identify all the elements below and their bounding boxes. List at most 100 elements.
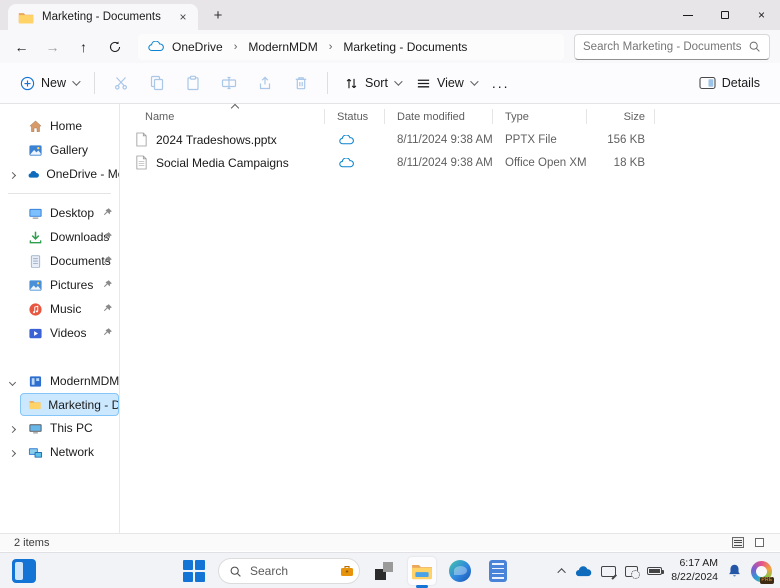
details-pane-icon [699, 76, 716, 90]
minimize-button[interactable] [669, 0, 706, 30]
file-icon [135, 155, 148, 170]
sidebar-item-pictures[interactable]: Pictures [0, 273, 119, 297]
cut-button[interactable] [103, 68, 139, 98]
column-header-type[interactable]: Type [493, 106, 587, 128]
taskbar-notepad[interactable] [484, 557, 512, 585]
large-icons-view-toggle[interactable] [750, 535, 768, 550]
column-header-size[interactable]: Size [587, 106, 655, 128]
sort-button[interactable]: Sort [336, 70, 408, 97]
maximize-restore-button[interactable] [706, 0, 743, 30]
rename-button[interactable] [211, 68, 247, 98]
file-explorer-icon [411, 562, 433, 580]
folder-icon [18, 11, 34, 24]
file-row[interactable]: 2024 Tradeshows.pptx 8/11/2024 9:38 AM P… [120, 128, 780, 151]
sidebar-item-music[interactable]: Music [0, 297, 119, 321]
view-icon [416, 76, 431, 91]
navigation-pane: Home Gallery OneDrive - Modern Desktop [0, 104, 120, 533]
paste-icon [185, 75, 201, 91]
sidebar-item-label: OneDrive - Modern [46, 167, 119, 181]
sidebar-item-network[interactable]: Network [0, 440, 119, 464]
breadcrumb: OneDrive › ModernMDM › Marketing - Docum… [138, 34, 564, 60]
music-icon [28, 302, 43, 317]
forward-button[interactable]: → [37, 34, 68, 60]
pin-icon [102, 231, 113, 242]
view-button[interactable]: View [408, 70, 484, 97]
computer-icon [28, 421, 43, 436]
sidebar-item-desktop[interactable]: Desktop [0, 201, 119, 225]
notepad-icon [489, 560, 507, 582]
new-button[interactable]: New [12, 70, 86, 97]
cut-icon [113, 75, 129, 91]
sidebar-item-gallery[interactable]: Gallery [0, 138, 119, 162]
restore-icon [721, 11, 729, 19]
copilot-icon[interactable]: PRE [751, 561, 772, 582]
chevron-right-icon[interactable] [10, 445, 15, 459]
desktop-icon [28, 206, 43, 221]
column-header-date-modified[interactable]: Date modified [385, 106, 493, 128]
column-header-name[interactable]: Name [120, 106, 325, 128]
details-view-toggle[interactable] [729, 535, 747, 550]
paste-button[interactable] [175, 68, 211, 98]
pinned-app-icon[interactable] [12, 559, 36, 583]
copy-icon [149, 75, 165, 91]
breadcrumb-modernmdm[interactable]: ModernMDM [244, 38, 321, 56]
hidden-icons-chevron-icon[interactable] [558, 568, 566, 576]
breadcrumb-current-folder[interactable]: Marketing - Documents [339, 38, 471, 56]
battery-icon[interactable] [647, 567, 662, 575]
pen-display-icon[interactable] [601, 566, 616, 577]
pictures-icon [28, 278, 43, 293]
close-button[interactable]: × [743, 0, 780, 30]
explorer-tab[interactable]: Marketing - Documents × [8, 4, 198, 30]
start-button[interactable] [180, 557, 208, 585]
sidebar-item-modernmdm[interactable]: ModernMDM [0, 369, 119, 393]
taskbar-file-explorer[interactable] [408, 557, 436, 585]
chevron-right-icon[interactable] [10, 167, 15, 181]
search-icon [748, 40, 761, 53]
sidebar-item-marketing-documents[interactable]: Marketing - Docu [20, 393, 119, 416]
sidebar-item-home[interactable]: Home [0, 114, 119, 138]
taskbar-left [12, 559, 36, 583]
tab-close-icon[interactable]: × [174, 8, 192, 26]
taskbar-clock[interactable]: 6:17 AM 8/22/2024 [671, 557, 718, 584]
details-pane-button[interactable]: Details [691, 70, 768, 96]
onedrive-cloud-icon [148, 41, 164, 52]
details-view-icon [732, 537, 744, 548]
search-input[interactable] [583, 41, 748, 53]
new-tab-button[interactable]: + [206, 4, 230, 26]
sidebar-item-videos[interactable]: Videos [0, 321, 119, 345]
taskbar-edge[interactable] [446, 557, 474, 585]
see-more-button[interactable]: ... [484, 69, 518, 97]
file-name: 2024 Tradeshows.pptx [156, 133, 277, 147]
back-button[interactable]: ← [6, 34, 37, 60]
refresh-button[interactable] [99, 34, 130, 60]
taskbar-app-dark-squares[interactable] [370, 557, 398, 585]
status-bar: 2 items [0, 533, 780, 551]
sidebar-item-this-pc[interactable]: This PC [0, 416, 119, 440]
sidebar-item-downloads[interactable]: Downloads [0, 225, 119, 249]
up-button[interactable]: ↑ [68, 34, 99, 60]
pin-icon [102, 207, 113, 218]
sidebar-item-onedrive[interactable]: OneDrive - Modern [0, 162, 119, 186]
notifications-bell-icon[interactable] [727, 563, 742, 579]
copilot-preview-badge: PRE [760, 577, 774, 584]
sidebar-item-label: Music [50, 302, 81, 316]
copy-button[interactable] [139, 68, 175, 98]
sidebar-item-documents[interactable]: Documents [0, 249, 119, 273]
chevron-down-icon[interactable] [10, 374, 15, 388]
file-name-cell: Social Media Campaigns [120, 155, 325, 170]
breadcrumb-onedrive[interactable]: OneDrive [168, 38, 227, 56]
home-icon [28, 119, 43, 134]
column-header-status[interactable]: Status [325, 106, 385, 128]
file-explorer-window: Marketing - Documents × + × ← → ↑ OneDri… [0, 0, 780, 551]
onedrive-tray-icon[interactable] [575, 566, 592, 577]
taskbar-search[interactable]: Search [218, 558, 360, 584]
file-type: PPTX File [493, 134, 587, 146]
command-bar: New Sort [0, 63, 780, 104]
tray-settings-icon[interactable] [625, 566, 638, 577]
file-row[interactable]: Social Media Campaigns 8/11/2024 9:38 AM… [120, 151, 780, 174]
share-button[interactable] [247, 68, 283, 98]
delete-button[interactable] [283, 68, 319, 98]
chevron-right-icon[interactable] [10, 421, 15, 435]
file-status-cell [325, 135, 385, 145]
chevron-right-icon: › [326, 41, 336, 53]
